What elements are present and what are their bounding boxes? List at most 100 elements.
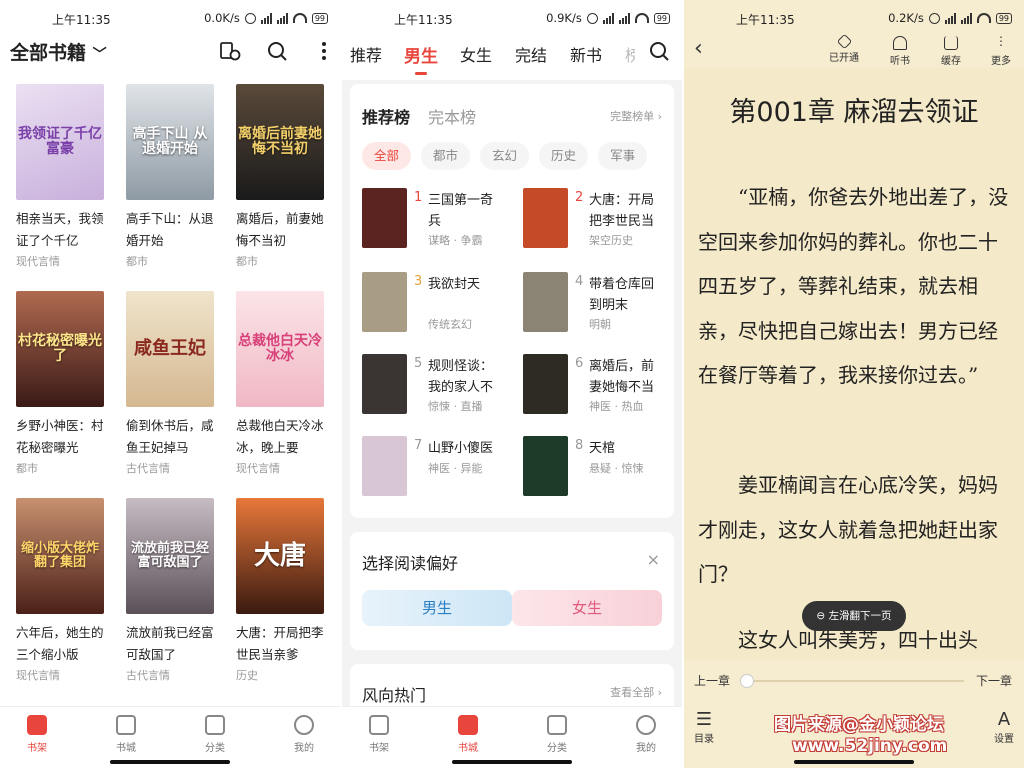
tab-new[interactable]: 新书: [570, 42, 602, 66]
view-all-link[interactable]: 查看全部 ›: [610, 684, 662, 700]
ranking-item[interactable]: 4 带着仓库回到明末 明朝: [523, 272, 673, 334]
tab-bookshelf[interactable]: 书架: [7, 715, 67, 754]
progress-slider[interactable]: [746, 680, 964, 682]
ranking-item[interactable]: 1 三国第一奇兵 谋略 · 争霸: [362, 188, 512, 250]
full-ranking-link[interactable]: 完整榜单 ›: [610, 108, 662, 124]
slider-thumb[interactable]: [740, 674, 754, 688]
search-icon[interactable]: [648, 40, 670, 62]
home-indicator[interactable]: [110, 760, 230, 764]
tab-bookstore[interactable]: 书城: [438, 715, 498, 754]
book-title: 离婚后，前妻她悔不当: [589, 359, 655, 395]
tab-profile[interactable]: 我的: [274, 715, 334, 754]
prev-chapter-button[interactable]: 上一章: [694, 672, 730, 689]
tab-female[interactable]: 女生: [460, 42, 492, 66]
book-cover[interactable]: 离婚后前妻她悔不当初: [236, 84, 324, 200]
category-grid-icon: [547, 715, 567, 735]
book-title: 六年后，她生的三个缩小版: [16, 625, 104, 662]
tab-bookstore[interactable]: 书城: [96, 715, 156, 754]
book-card[interactable]: 村花秘密曝光了 乡野小神医：村花秘密曝光 都市: [16, 291, 104, 498]
book-card[interactable]: 离婚后前妻她悔不当初 离婚后，前妻她悔不当初 都市: [236, 84, 324, 291]
chip-fantasy[interactable]: 玄幻: [480, 142, 530, 170]
prefer-male-button[interactable]: 男生: [362, 590, 512, 626]
book-cover[interactable]: [523, 272, 568, 332]
paragraph: 姜亚楠闻言在心底冷笑，妈妈才刚走，这女人就着急把她赶出家门？: [698, 473, 998, 586]
prefer-female-button[interactable]: 女生: [512, 590, 662, 626]
book-cover[interactable]: [362, 272, 407, 332]
book-cover[interactable]: 村花秘密曝光了: [16, 291, 104, 407]
book-card[interactable]: 我领证了千亿富豪 相亲当天，我领证了个千亿 现代言情: [16, 84, 104, 291]
book-cover[interactable]: 高手下山 从退婚开始: [126, 84, 214, 200]
tab-recommend[interactable]: 推荐: [350, 42, 382, 66]
vip-button[interactable]: 已开通: [824, 33, 864, 64]
bookshelf-icon: [27, 715, 47, 735]
book-card[interactable]: 流放前我已经富可敌国了 流放前我已经富可敌国了 古代言情: [126, 498, 214, 705]
download-button[interactable]: 缓存: [931, 36, 971, 67]
book-cover[interactable]: 流放前我已经富可敌国了: [126, 498, 214, 614]
chip-military[interactable]: 军事: [598, 142, 648, 170]
chip-all[interactable]: 全部: [362, 142, 412, 170]
book-cover[interactable]: 我领证了千亿富豪: [16, 84, 104, 200]
ranking-item[interactable]: 6 离婚后，前妻她悔不当 神医 · 热血: [523, 354, 673, 416]
tab-finished[interactable]: 完结: [515, 42, 547, 66]
button-label: 目录: [694, 734, 714, 745]
book-card[interactable]: 咸鱼王妃 偷到休书后，咸鱼王妃掉马 古代言情: [126, 291, 214, 498]
book-cover[interactable]: [523, 188, 568, 248]
book-card[interactable]: 总裁他白天冷冰冰 总裁他白天冷冰冰，晚上要 现代言情: [236, 291, 324, 498]
more-button[interactable]: ⋮ 更多: [981, 35, 1021, 67]
book-cover[interactable]: [362, 354, 407, 414]
book-category: 都市: [236, 255, 258, 268]
book-card[interactable]: 高手下山 从退婚开始 高手下山：从退婚开始 都市: [126, 84, 214, 291]
book-category: 现代言情: [236, 462, 280, 475]
headphones-icon: [893, 36, 907, 50]
home-indicator[interactable]: [452, 760, 572, 764]
book-cover[interactable]: 咸鱼王妃: [126, 291, 214, 407]
channel-nav: 推荐 男生 女生 完结 新书 榜: [342, 36, 682, 80]
status-bar: 上午11:35 0.2K/s 99: [684, 0, 1024, 36]
action-label: 更多: [991, 56, 1011, 67]
close-icon[interactable]: ×: [647, 550, 660, 569]
book-card[interactable]: 大唐 大唐：开局把李世民当亲爹 历史: [236, 498, 324, 705]
book-cover[interactable]: 大唐: [236, 498, 324, 614]
book-cover[interactable]: [523, 436, 568, 496]
tab-ranking[interactable]: 榜: [625, 42, 635, 66]
search-icon[interactable]: [266, 40, 288, 62]
ranking-item[interactable]: 8 天棺 悬疑 · 惊悚: [523, 436, 673, 498]
bottom-tab-bar: 书架 书城 分类 我的: [0, 706, 340, 768]
book-cover[interactable]: 缩小版大佬炸翻了集团: [16, 498, 104, 614]
tab-recommend-ranking[interactable]: 推荐榜: [362, 108, 410, 127]
chip-urban[interactable]: 都市: [421, 142, 471, 170]
rank-number: 2: [575, 190, 584, 205]
home-indicator[interactable]: [794, 760, 914, 764]
rank-number: 3: [414, 274, 423, 289]
tab-category[interactable]: 分类: [527, 715, 587, 754]
book-cover[interactable]: [362, 188, 407, 248]
tab-profile[interactable]: 我的: [616, 715, 676, 754]
ranking-item[interactable]: 3 我欲封天 传统玄幻: [362, 272, 512, 334]
signal-icon: [276, 12, 288, 24]
manage-books-icon[interactable]: [219, 40, 241, 62]
book-cover[interactable]: [523, 354, 568, 414]
tab-category[interactable]: 分类: [185, 715, 245, 754]
listen-button[interactable]: 听书: [880, 36, 920, 67]
tab-bookshelf[interactable]: 书架: [349, 715, 409, 754]
list-icon: ☰: [695, 709, 713, 730]
book-cover[interactable]: 总裁他白天冷冰冰: [236, 291, 324, 407]
ranking-item[interactable]: 7 山野小傻医 神医 · 异能: [362, 436, 512, 498]
tab-finished-ranking[interactable]: 完本榜: [428, 108, 476, 127]
ranking-item[interactable]: 2 大唐：开局把李世民当 架空历史: [523, 188, 673, 250]
back-arrow-icon[interactable]: ‹: [694, 36, 703, 61]
battery-icon: 99: [995, 12, 1012, 24]
chip-history[interactable]: 历史: [539, 142, 589, 170]
more-options-icon[interactable]: [313, 40, 335, 62]
book-card[interactable]: 缩小版大佬炸翻了集团 六年后，她生的三个缩小版 现代言情: [16, 498, 104, 705]
category-grid-icon: [205, 715, 225, 735]
tab-male[interactable]: 男生: [404, 42, 438, 75]
book-cover[interactable]: [362, 436, 407, 496]
ranking-item[interactable]: 5 规则怪谈：我的家人不 惊悚 · 直播: [362, 354, 512, 416]
book-title: 规则怪谈：我的家人不: [428, 359, 494, 395]
next-chapter-button[interactable]: 下一章: [976, 672, 1012, 689]
settings-button[interactable]: A 设置: [994, 710, 1014, 746]
shelf-filter-dropdown[interactable]: 全部书籍 ﹀: [10, 38, 107, 65]
book-category: 古代言情: [126, 669, 170, 682]
toc-button[interactable]: ☰ 目录: [694, 709, 714, 746]
